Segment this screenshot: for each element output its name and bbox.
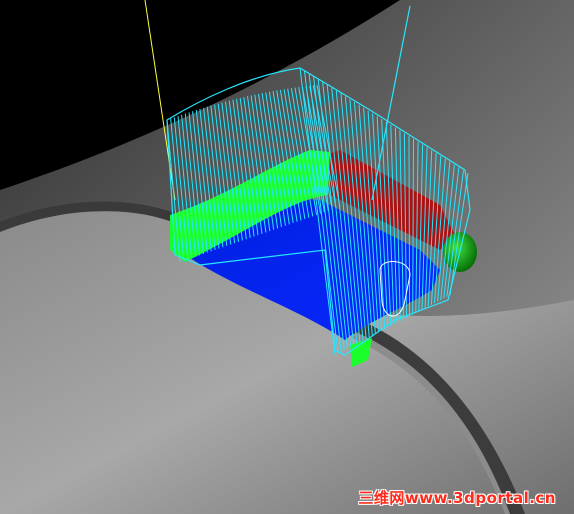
- watermark-text: 三维网www.3dportal.cn: [358, 489, 556, 507]
- toolpath-line: [408, 136, 411, 317]
- cad-viewport[interactable]: 三维网www.3dportal.cn: [0, 0, 574, 514]
- 3d-scene[interactable]: [0, 0, 574, 514]
